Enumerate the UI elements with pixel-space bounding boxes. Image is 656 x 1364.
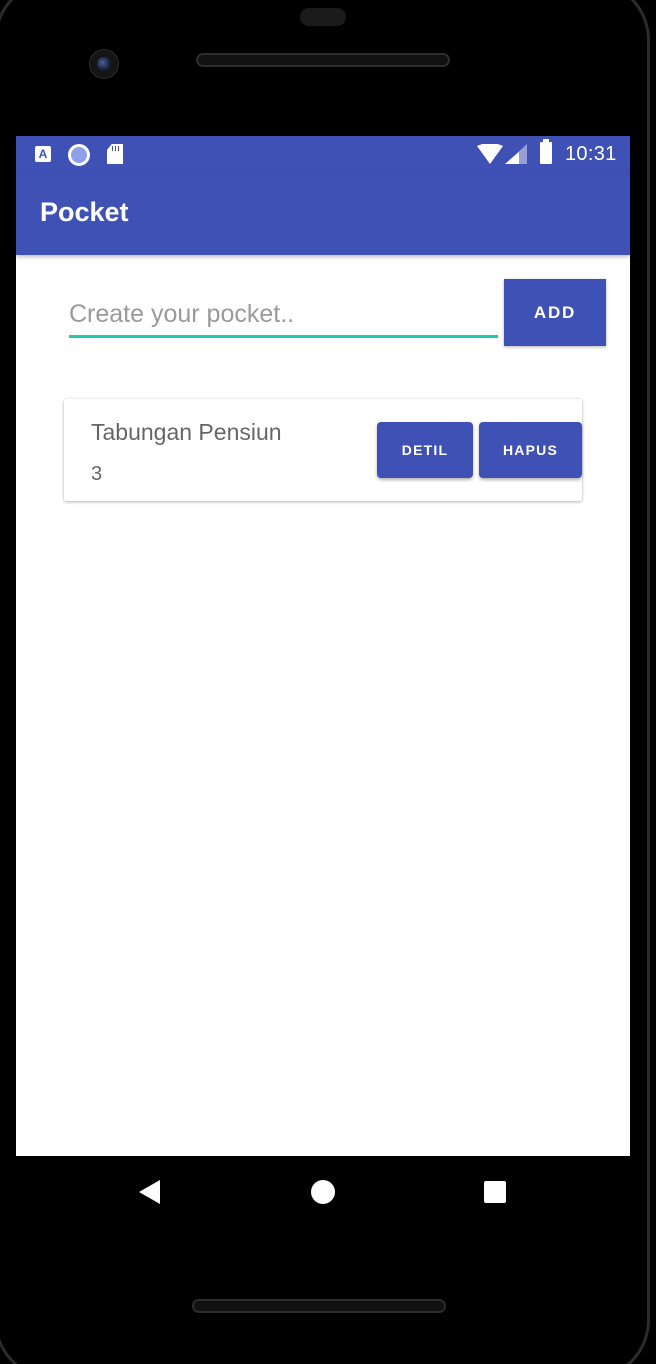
- top-sensor: [300, 8, 346, 26]
- top-speaker: [196, 53, 450, 67]
- app-bar: Pocket: [16, 173, 630, 255]
- delete-button[interactable]: HAPUS: [479, 422, 582, 478]
- bottom-speaker: [192, 1299, 446, 1313]
- recent-apps-icon[interactable]: [484, 1181, 506, 1203]
- navigation-bar: [16, 1156, 630, 1230]
- record-circle-icon: [68, 144, 90, 166]
- app-screen: A 10:31 Pocket ADD Tabungan Pensiun 3 DE…: [16, 136, 630, 1156]
- status-bar: A 10:31: [16, 136, 630, 173]
- status-time: 10:31: [565, 143, 617, 165]
- detail-button[interactable]: DETIL: [377, 422, 473, 478]
- pocket-count: 3: [91, 463, 103, 485]
- app-title: Pocket: [40, 197, 129, 227]
- battery-icon: [540, 139, 552, 164]
- front-camera: [89, 49, 119, 79]
- phone-device: A 10:31 Pocket ADD Tabungan Pensiun 3 DE…: [0, 0, 656, 1364]
- add-pocket-button[interactable]: ADD: [504, 279, 606, 346]
- home-icon[interactable]: [311, 1180, 335, 1204]
- wifi-icon: [477, 144, 503, 164]
- keyboard-a-icon: A: [35, 146, 51, 162]
- pocket-card: Tabungan Pensiun 3 DETIL HAPUS: [64, 399, 582, 501]
- pocket-name: Tabungan Pensiun: [91, 419, 282, 445]
- cell-signal-icon: [505, 144, 527, 164]
- pocket-name-input[interactable]: [69, 293, 498, 338]
- sd-card-contacts: [112, 146, 120, 151]
- back-icon[interactable]: [139, 1180, 160, 1204]
